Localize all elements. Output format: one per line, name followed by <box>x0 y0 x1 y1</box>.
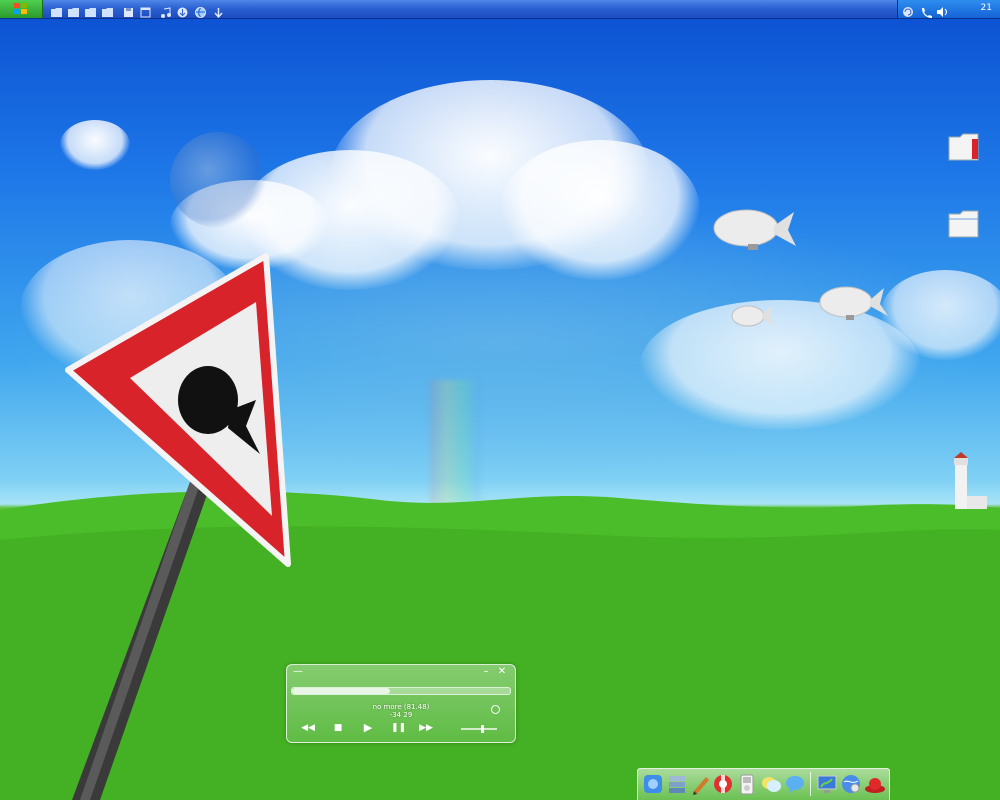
volume-knob[interactable] <box>480 725 484 733</box>
player-minimize-button[interactable]: – <box>481 667 491 677</box>
quicklaunch-folder-1[interactable] <box>51 3 62 17</box>
blimp <box>731 305 774 327</box>
dock-separator <box>810 772 811 796</box>
disk-icon <box>124 8 133 17</box>
window-icon <box>140 7 151 18</box>
quicklaunch-folder-3[interactable] <box>85 3 96 17</box>
music-icon <box>161 7 171 18</box>
lifebuoy-icon <box>714 775 732 793</box>
tray-speaker[interactable] <box>936 3 948 17</box>
pencil-icon <box>693 777 709 795</box>
system-tray: 21 <box>897 0 1000 18</box>
dock-item-lifebuoy[interactable] <box>712 773 734 795</box>
cloud <box>60 120 130 170</box>
player-progress-fill <box>292 688 391 694</box>
arrow-down-icon <box>214 8 223 19</box>
finder-icon <box>644 775 662 793</box>
tray-clock[interactable]: 21 <box>981 3 992 13</box>
yield-sign <box>65 253 291 800</box>
dock-item-monitor[interactable] <box>816 773 838 795</box>
folder-icon <box>68 8 79 17</box>
speaker-icon <box>937 7 947 17</box>
lighthouse <box>954 452 987 509</box>
globe-icon <box>195 7 206 18</box>
quicklaunch-disk[interactable] <box>123 3 134 17</box>
tray-phone[interactable] <box>920 3 932 18</box>
desktop-folder[interactable] <box>948 210 982 238</box>
player-progress-bar[interactable] <box>291 687 511 695</box>
windows-logo-icon <box>14 3 27 14</box>
blimp <box>819 286 888 320</box>
monitor-icon <box>817 775 837 793</box>
dock <box>637 768 890 800</box>
blimp <box>713 209 796 250</box>
quicklaunch-globe[interactable] <box>195 3 206 18</box>
player-track-title: no more (81.48) <box>372 703 430 711</box>
player-time: -34 29 <box>389 711 413 719</box>
folder-icon <box>85 8 96 17</box>
download-icon <box>177 7 188 18</box>
volume-slider[interactable] <box>461 725 497 733</box>
tray-refresh[interactable] <box>902 3 914 17</box>
desktop: — – ✕ no more (81.48) -34 29 ◀◀ ■ ▶ ❚❚ ▶… <box>0 0 1000 800</box>
quicklaunch-folder-4[interactable] <box>102 3 113 17</box>
dock-item-ipod[interactable] <box>736 773 758 795</box>
folder-icon <box>51 8 62 17</box>
quicklaunch-music[interactable] <box>160 3 171 18</box>
moon <box>170 132 266 228</box>
start-button[interactable] <box>0 0 43 18</box>
hat-icon <box>865 778 885 793</box>
dock-item-hat[interactable] <box>864 773 886 795</box>
cloud <box>500 140 700 280</box>
player-visualizer-icon[interactable] <box>491 705 500 714</box>
quicklaunch-folder-2[interactable] <box>68 3 79 17</box>
chat-icon <box>762 777 781 792</box>
media-player: — – ✕ no more (81.48) -34 29 ◀◀ ■ ▶ ❚❚ ▶… <box>286 664 516 743</box>
folder-bookmark-icon <box>948 133 979 161</box>
ipod-icon <box>740 774 754 795</box>
speech-bubble-icon <box>786 776 804 794</box>
rewind-icon[interactable]: ◀◀ <box>301 723 315 733</box>
taskbar: 21 <box>0 0 1000 19</box>
quicklaunch-download[interactable] <box>177 3 188 18</box>
pause-icon[interactable]: ❚❚ <box>391 723 406 733</box>
dock-item-chat[interactable] <box>760 773 782 795</box>
folder-icon <box>102 8 113 17</box>
player-close-button[interactable]: ✕ <box>497 667 507 677</box>
stop-icon[interactable]: ■ <box>331 723 345 733</box>
dock-item-server[interactable] <box>666 773 688 795</box>
dock-item-globe[interactable] <box>840 773 862 795</box>
desktop-folder-bookmark[interactable] <box>948 133 982 161</box>
dock-item-speech[interactable] <box>784 773 806 795</box>
dock-item-pencil[interactable] <box>690 773 712 795</box>
play-icon[interactable]: ▶ <box>361 722 375 733</box>
player-collapse-button[interactable]: — <box>293 667 303 677</box>
quicklaunch-window[interactable] <box>140 3 151 18</box>
quicklaunch-arrow[interactable] <box>213 3 224 19</box>
phone-icon <box>922 8 932 18</box>
server-icon <box>669 776 685 793</box>
fast-forward-icon[interactable]: ▶▶ <box>419 723 433 733</box>
dock-item-finder[interactable] <box>642 773 664 795</box>
cloud <box>880 270 1000 360</box>
refresh-icon <box>903 7 913 17</box>
globe-icon <box>842 775 860 793</box>
folder-icon <box>948 210 979 238</box>
